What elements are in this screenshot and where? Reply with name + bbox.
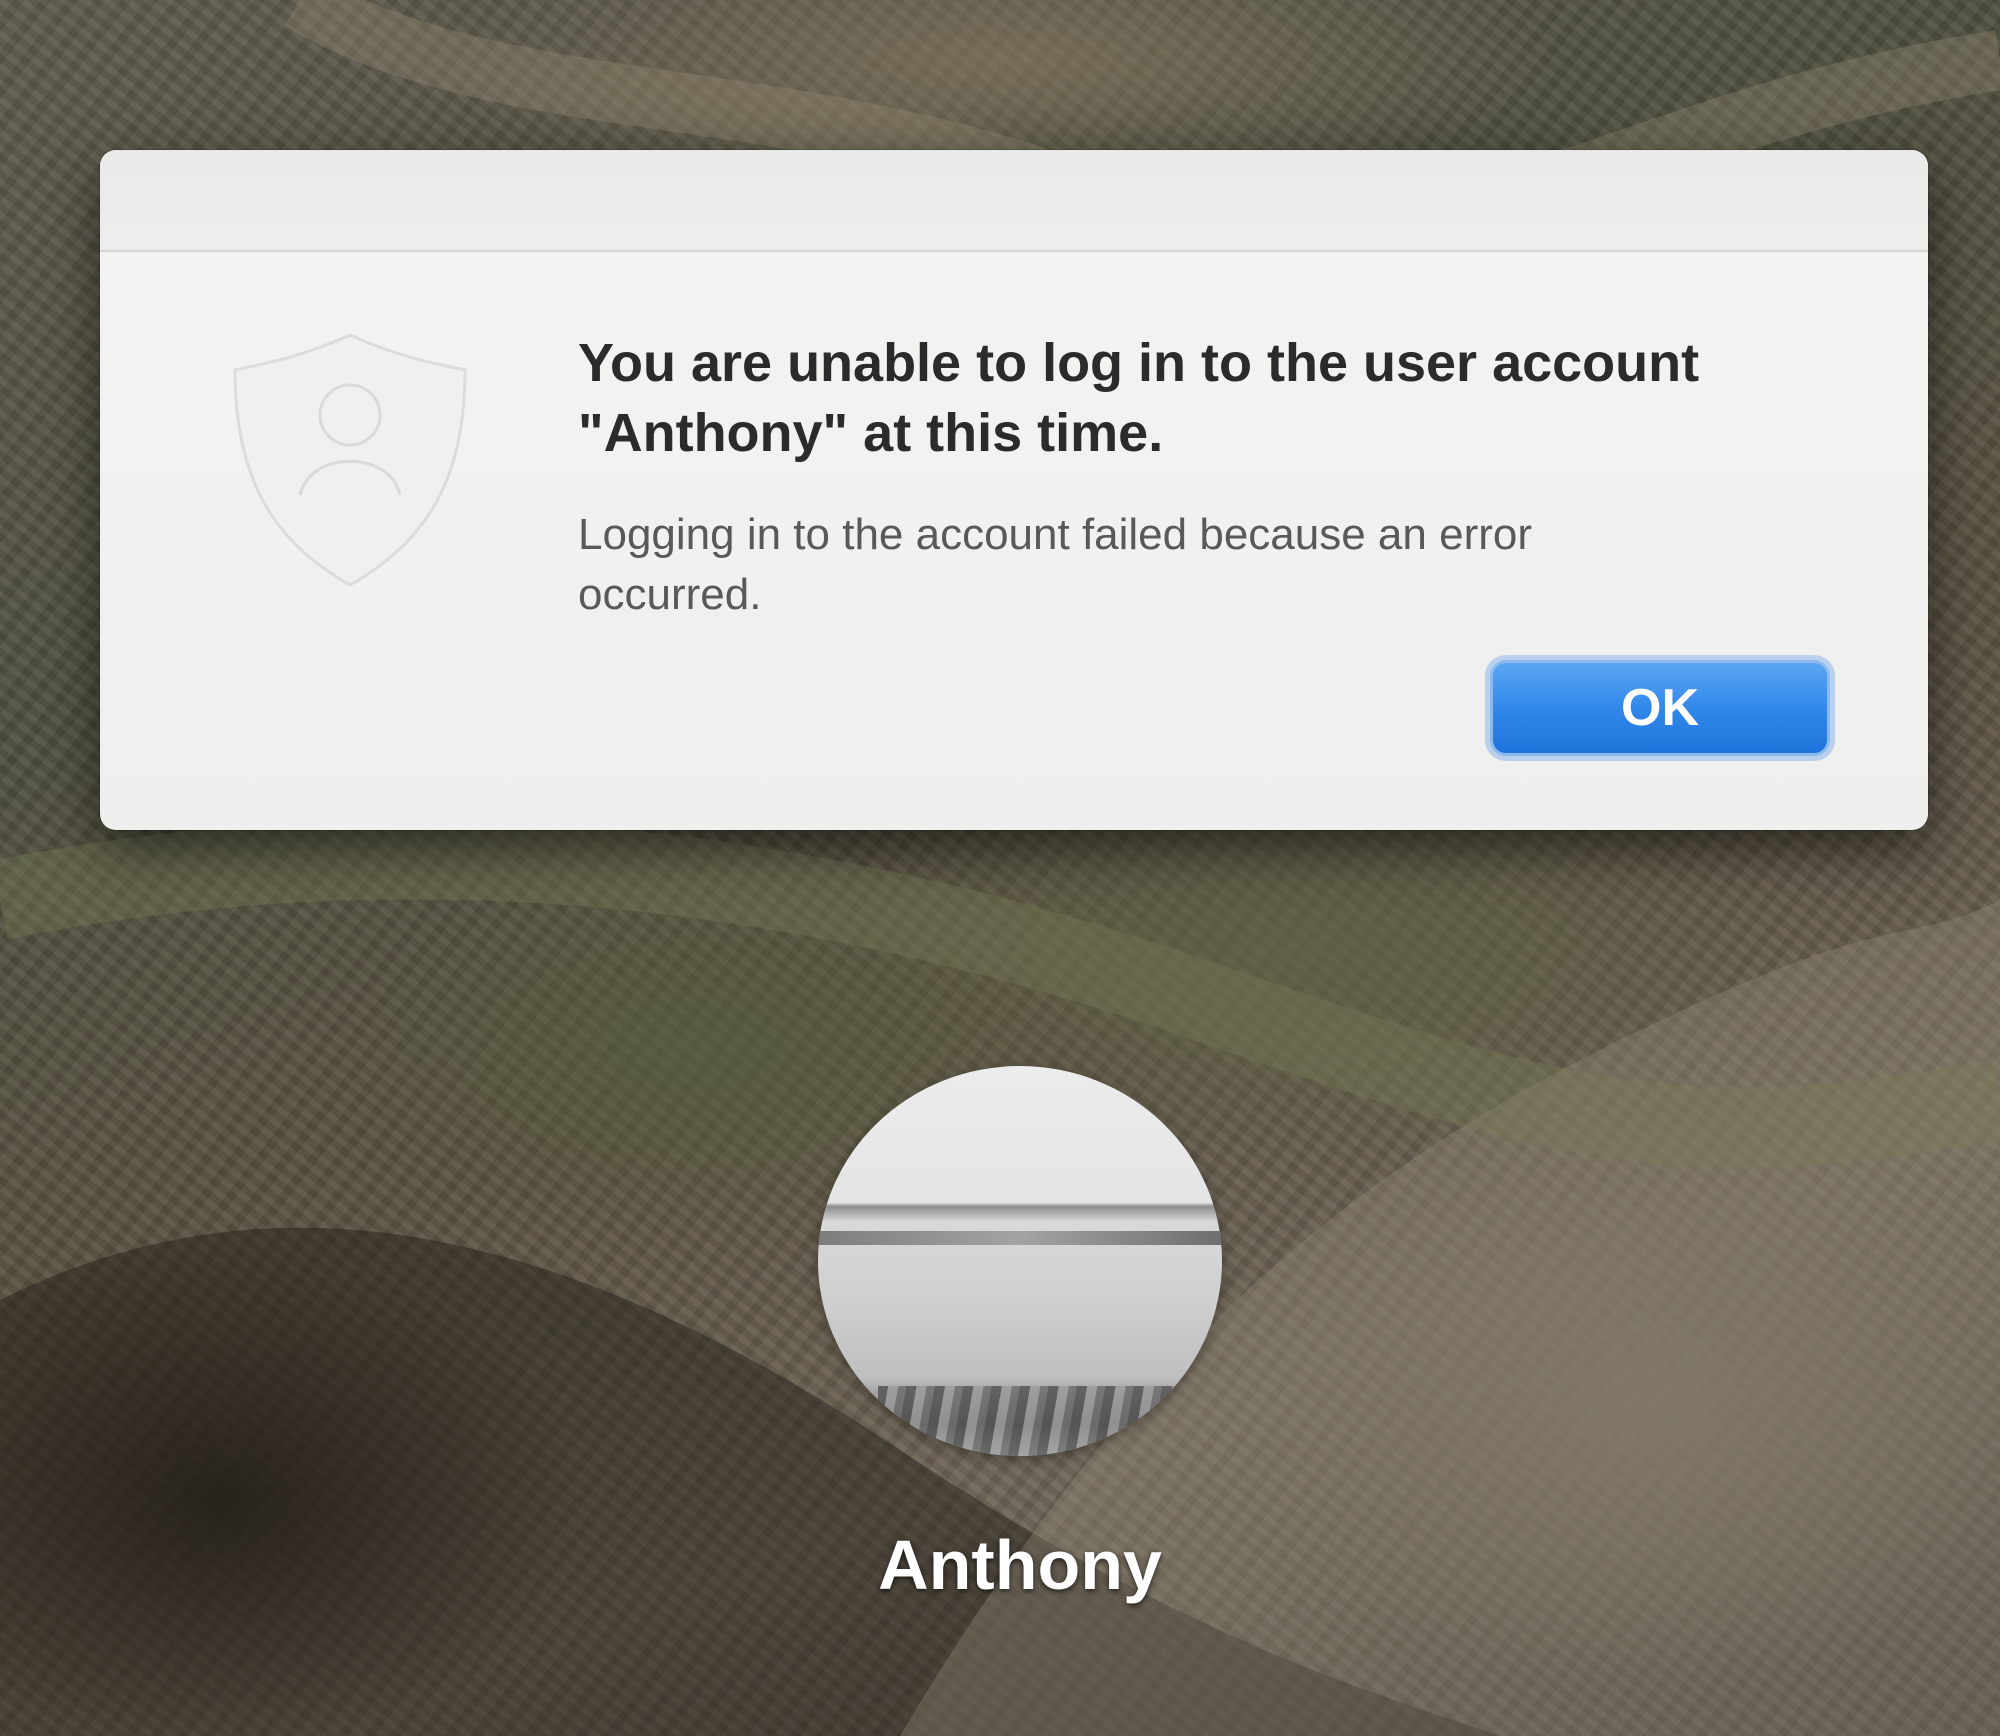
login-error-dialog: You are unable to log in to the user acc… <box>100 150 1928 830</box>
ok-button[interactable]: OK <box>1490 660 1830 756</box>
dialog-top-bar <box>100 150 1928 252</box>
user-shield-icon <box>220 325 480 595</box>
avatar-photo-horizon <box>818 1231 1222 1245</box>
user-avatar[interactable] <box>818 1066 1222 1456</box>
dialog-title: You are unable to log in to the user acc… <box>578 333 1700 463</box>
dialog-message: Logging in to the account failed because… <box>578 510 1532 619</box>
avatar-photo-rocks <box>878 1386 1222 1456</box>
user-name-label[interactable]: Anthony <box>760 1525 1280 1605</box>
